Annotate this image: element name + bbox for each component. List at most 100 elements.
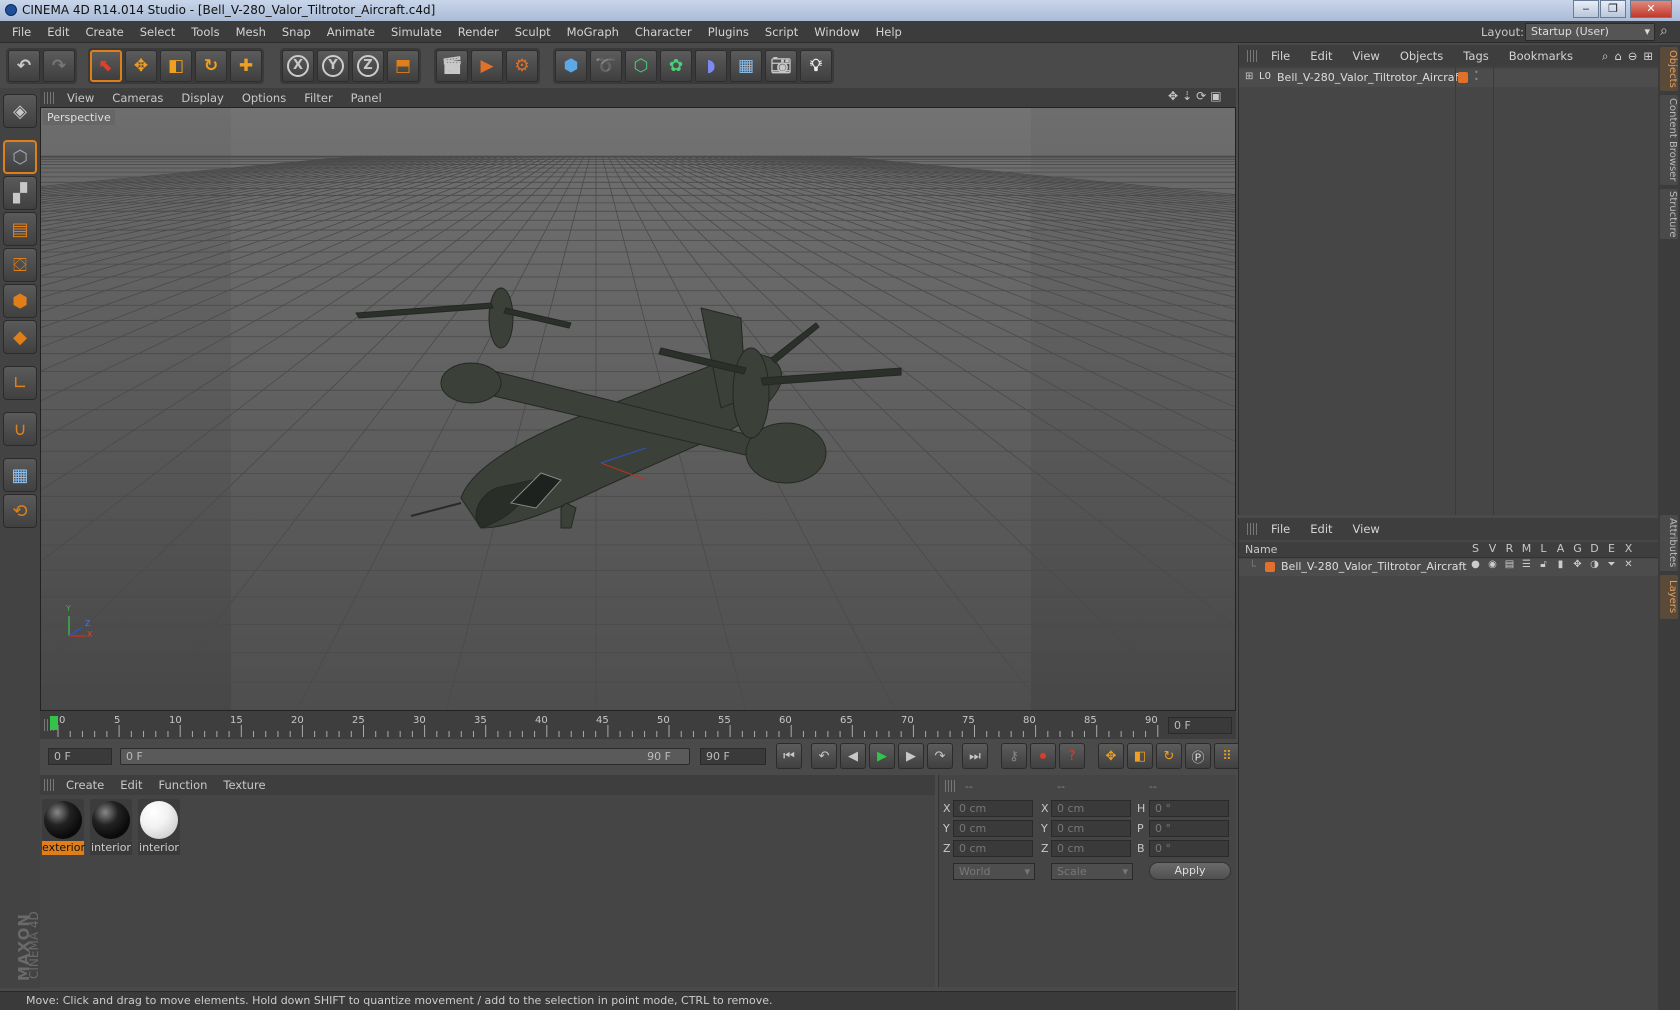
solo-dot-icon[interactable]: ● <box>1467 559 1484 570</box>
flag-header-manager[interactable]: M <box>1518 542 1535 555</box>
material-menu-create[interactable]: Create <box>58 778 112 792</box>
record-parameter-button[interactable]: Ⓟ <box>1185 743 1211 769</box>
array-button[interactable]: ✿ <box>660 50 692 82</box>
record-scale-button[interactable]: ◧ <box>1127 743 1153 769</box>
xref-icon[interactable]: ✕ <box>1620 559 1637 570</box>
make-editable-button[interactable]: ◈ <box>3 94 37 128</box>
flag-header-render[interactable]: R <box>1501 542 1518 555</box>
model-mode-button[interactable]: ⬡ <box>3 140 37 174</box>
camera-label[interactable]: Perspective <box>43 110 115 125</box>
layer-menu-edit[interactable]: Edit <box>1300 522 1342 536</box>
material-menu-texture[interactable]: Texture <box>215 778 273 792</box>
menu-tools[interactable]: Tools <box>183 25 227 39</box>
coordinate-system-button[interactable]: ⬒ <box>387 50 419 82</box>
coordinate-space-select[interactable]: World ▾ <box>953 863 1035 880</box>
object-menu-objects[interactable]: Objects <box>1390 49 1453 63</box>
previous-frame-button[interactable]: ◀ <box>840 743 866 769</box>
layer-menu-view[interactable]: View <box>1343 522 1390 536</box>
next-key-button[interactable]: ↷ <box>927 743 953 769</box>
name-column-header[interactable]: Name <box>1245 543 1277 556</box>
move-tool-button[interactable]: ✥ <box>125 50 157 82</box>
menu-sculpt[interactable]: Sculpt <box>507 25 559 39</box>
back-icon[interactable]: ⊖ <box>1625 49 1641 63</box>
z-axis-lock-button[interactable]: Z <box>352 50 384 82</box>
material-swatch[interactable]: exterior <box>42 799 85 857</box>
menu-simulate[interactable]: Simulate <box>383 25 450 39</box>
render-view-button[interactable]: 🎬︎ <box>436 50 468 82</box>
new-view-icon[interactable]: ⊞ <box>1640 49 1659 63</box>
flag-header-generators[interactable]: G <box>1569 542 1586 555</box>
layer-name[interactable]: Bell_V-280_Valor_Tiltrotor_Aircraft <box>1281 560 1467 573</box>
expression-icon[interactable]: ⏷ <box>1603 559 1620 570</box>
scale-tool-button[interactable]: ◧ <box>160 50 192 82</box>
go-to-start-button[interactable]: ⏮ <box>776 743 802 769</box>
next-frame-button[interactable]: ▶ <box>898 743 924 769</box>
size-z-field[interactable]: 0 cm <box>1051 840 1131 857</box>
flag-header-xrefs[interactable]: X <box>1620 542 1637 555</box>
dolly-view-icon[interactable]: ⇣ <box>1182 89 1192 103</box>
flag-header-solo[interactable]: S <box>1467 542 1484 555</box>
workplane-mode-button[interactable]: ▤ <box>3 212 37 246</box>
render-clapper-icon[interactable]: ▤ <box>1501 559 1518 570</box>
cube-object-button[interactable]: ⬢ <box>555 50 587 82</box>
viewport-menu-display[interactable]: Display <box>172 91 232 105</box>
drag-grip-icon[interactable] <box>44 92 54 104</box>
menu-edit[interactable]: Edit <box>39 25 77 39</box>
floor-button[interactable]: ▦ <box>730 50 762 82</box>
menu-plugins[interactable]: Plugins <box>700 25 757 39</box>
close-button[interactable]: ✕ <box>1630 0 1672 18</box>
search-icon[interactable]: ⌕ <box>1660 23 1668 39</box>
material-swatch[interactable]: interior <box>90 799 132 857</box>
tweak-mode-button[interactable]: ∪ <box>3 412 37 446</box>
orbit-view-icon[interactable]: ⟳ <box>1196 89 1206 103</box>
home-icon[interactable]: ⌂ <box>1611 49 1624 63</box>
position-x-field[interactable]: 0 cm <box>953 800 1033 817</box>
viewport-menu-filter[interactable]: Filter <box>295 91 341 105</box>
perspective-viewport[interactable]: Perspective Y Z X <box>40 107 1236 711</box>
generator-icon[interactable]: ✥ <box>1569 559 1586 570</box>
deformer-button[interactable]: ◗ <box>695 50 727 82</box>
rotation-h-field[interactable]: 0 ° <box>1149 800 1229 817</box>
object-menu-edit[interactable]: Edit <box>1300 49 1342 63</box>
menu-file[interactable]: File <box>4 25 39 39</box>
drag-grip-icon[interactable] <box>1247 50 1257 62</box>
flag-header-animation[interactable]: A <box>1552 542 1569 555</box>
y-axis-lock-button[interactable]: Y <box>317 50 349 82</box>
menu-render[interactable]: Render <box>450 25 507 39</box>
search-icon[interactable]: ⌕ <box>1599 49 1611 64</box>
viewport-menu-options[interactable]: Options <box>233 91 295 105</box>
start-frame-field[interactable]: 0 F <box>48 748 112 765</box>
animation-icon[interactable]: ▮ <box>1552 559 1569 570</box>
menu-mograph[interactable]: MoGraph <box>559 25 627 39</box>
menu-create[interactable]: Create <box>78 25 132 39</box>
previous-key-button[interactable]: ↶ <box>811 743 837 769</box>
viewport-menu-view[interactable]: View <box>58 91 103 105</box>
polygons-mode-button[interactable]: ◆ <box>3 320 37 354</box>
rotation-b-field[interactable]: 0 ° <box>1149 840 1229 857</box>
record-rotation-button[interactable]: ↻ <box>1156 743 1182 769</box>
layer-row[interactable]: └ Bell_V-280_Valor_Tiltrotor_Aircraft ● … <box>1239 559 1659 576</box>
object-row[interactable]: ⊞ L0 Bell_V-280_Valor_Tiltrotor_Aircraft… <box>1239 69 1659 87</box>
apply-button[interactable]: Apply <box>1149 862 1231 880</box>
position-z-field[interactable]: 0 cm <box>953 840 1033 857</box>
layer-color-tag[interactable] <box>1458 72 1468 83</box>
lock-icon[interactable]: 🔓︎ <box>1535 559 1552 570</box>
object-menu-file[interactable]: File <box>1261 49 1300 63</box>
flag-header-expressions[interactable]: E <box>1603 542 1620 555</box>
record-keys-button[interactable]: ⚷ <box>1001 743 1027 769</box>
render-picture-viewer-button[interactable]: ▶ <box>471 50 503 82</box>
axis-mode-button[interactable]: ∟ <box>3 366 37 400</box>
tab-structure[interactable]: Structure <box>1660 189 1678 239</box>
material-swatch[interactable]: interior <box>138 799 180 857</box>
autokey-button[interactable]: ⏺ <box>1030 743 1056 769</box>
flag-header-view[interactable]: V <box>1484 542 1501 555</box>
record-position-button[interactable]: ✥ <box>1098 743 1124 769</box>
object-menu-tags[interactable]: Tags <box>1453 49 1498 63</box>
menu-character[interactable]: Character <box>627 25 700 39</box>
size-x-field[interactable]: 0 cm <box>1051 800 1131 817</box>
menu-script[interactable]: Script <box>757 25 806 39</box>
x-axis-lock-button[interactable]: X <box>282 50 314 82</box>
record-point-level-button[interactable]: ⠿ <box>1214 743 1240 769</box>
end-frame-field[interactable]: 90 F <box>700 748 766 765</box>
flag-header-deformers[interactable]: D <box>1586 542 1603 555</box>
